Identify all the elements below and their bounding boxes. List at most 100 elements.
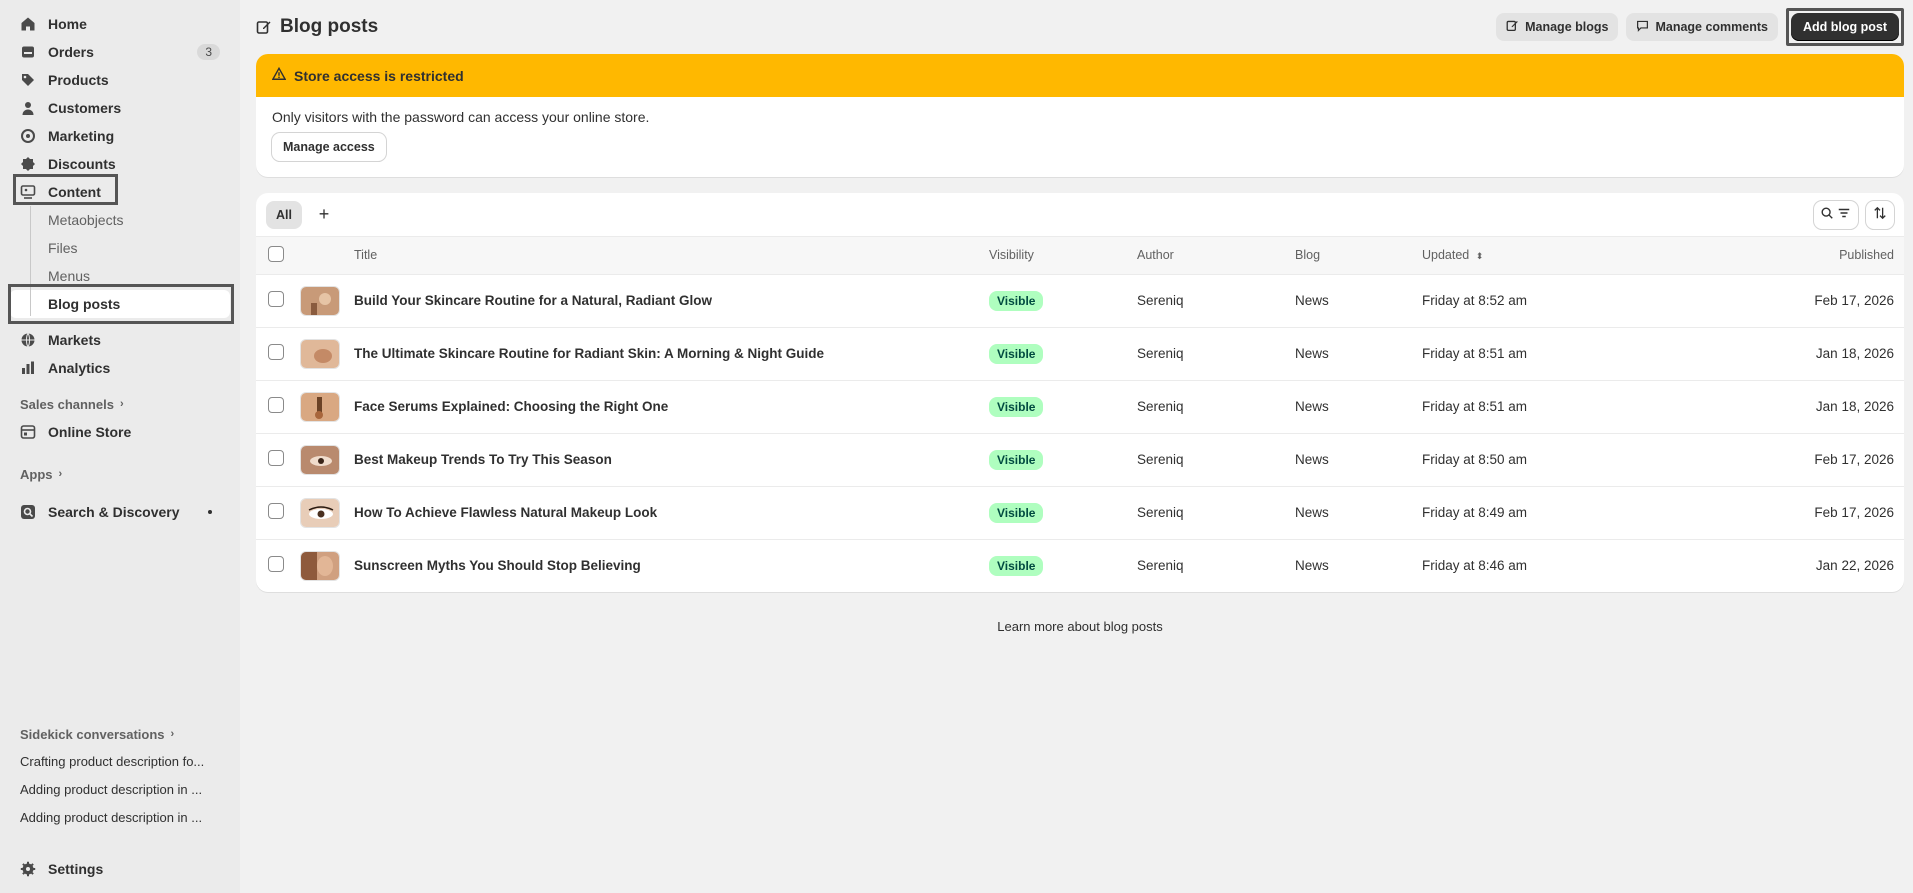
post-author: Sereniq — [1137, 486, 1295, 540]
column-author[interactable]: Author — [1137, 237, 1295, 275]
post-thumbnail — [300, 285, 340, 316]
search-filter-button[interactable] — [1814, 200, 1858, 229]
table-row[interactable]: Best Makeup Trends To Try This Season Vi… — [256, 433, 1904, 487]
post-title[interactable]: Sunscreen Myths You Should Stop Believin… — [354, 539, 989, 592]
sidebar-item-home[interactable]: Home — [10, 10, 230, 38]
post-title[interactable]: Best Makeup Trends To Try This Season — [354, 433, 989, 487]
row-checkbox[interactable] — [268, 344, 284, 360]
learn-more-link[interactable]: Learn more about blog posts — [256, 619, 1904, 634]
sidebar-item-settings[interactable]: Settings — [10, 855, 230, 883]
post-title[interactable]: The Ultimate Skincare Routine for Radian… — [354, 327, 989, 381]
manage-blogs-label: Manage blogs — [1525, 20, 1609, 34]
post-title[interactable]: Face Serums Explained: Choosing the Righ… — [354, 380, 989, 434]
sidebar-subitem-files[interactable]: Files — [10, 234, 230, 262]
tab-all[interactable]: All — [266, 200, 302, 229]
post-thumbnail — [300, 444, 340, 475]
sidebar-item-analytics[interactable]: Analytics — [10, 354, 230, 382]
row-checkbox[interactable] — [268, 503, 284, 519]
post-published: Jan 18, 2026 — [1682, 327, 1904, 381]
thumb-header — [300, 237, 354, 275]
sidebar-subitem-menus[interactable]: Menus — [10, 262, 230, 290]
sales-channels-header[interactable]: Sales channels › — [10, 390, 230, 418]
row-checkbox[interactable] — [268, 397, 284, 413]
post-updated: Friday at 8:49 am — [1422, 486, 1683, 540]
conversation-item[interactable]: Adding product description in ... — [10, 804, 230, 832]
table-row[interactable]: Sunscreen Myths You Should Stop Believin… — [256, 539, 1904, 592]
post-author: Sereniq — [1137, 558, 1184, 574]
column-blog[interactable]: Blog — [1295, 237, 1422, 275]
table-row[interactable]: The Ultimate Skincare Routine for Radian… — [256, 327, 1904, 381]
apps-label: Apps — [20, 466, 53, 482]
sidebar-item-marketing[interactable]: Marketing — [10, 122, 230, 150]
sidebar-item-discounts[interactable]: Discounts — [10, 150, 230, 178]
row-checkbox[interactable] — [268, 450, 284, 466]
row-checkbox[interactable] — [268, 291, 284, 307]
unread-dot-icon — [208, 510, 212, 514]
sidebar-item-content[interactable]: Content — [10, 178, 230, 206]
sidebar: Home Orders 3 Products Customers Marketi… — [0, 0, 240, 893]
table-row[interactable]: How To Achieve Flawless Natural Makeup L… — [256, 486, 1904, 540]
column-visibility[interactable]: Visibility — [989, 237, 1137, 275]
sidebar-item-orders[interactable]: Orders 3 — [10, 38, 230, 66]
discount-icon — [20, 156, 36, 172]
column-updated[interactable]: Updated ⬍ — [1422, 237, 1683, 275]
store-restricted-banner: Store access is restricted Only visitors… — [256, 54, 1904, 177]
search-icon — [1820, 206, 1834, 223]
sidebar-item-label: Online Store — [48, 424, 132, 440]
chevron-right-icon: › — [170, 728, 175, 740]
sidebar-item-label: Discounts — [48, 156, 116, 172]
sidebar-item-search-discovery[interactable]: Search & Discovery — [10, 498, 230, 526]
blog-posts-card: All + Title Visibility Author Blog Updat… — [256, 193, 1904, 592]
table-row[interactable]: Face Serums Explained: Choosing the Righ… — [256, 380, 1904, 434]
sidebar-item-label: Products — [48, 72, 109, 88]
sidekick-section: Sidekick conversations › Crafting produc… — [10, 720, 230, 832]
sidebar-item-products[interactable]: Products — [10, 66, 230, 94]
column-updated-label: Updated — [1422, 248, 1470, 263]
post-title[interactable]: Build Your Skincare Routine for a Natura… — [354, 274, 989, 328]
select-all-checkbox[interactable] — [268, 245, 284, 262]
tree-line — [30, 206, 40, 316]
visibility-badge: Visible — [989, 555, 1044, 576]
sidebar-subitem-metaobjects[interactable]: Metaobjects — [10, 206, 230, 234]
visibility-badge: Visible — [989, 290, 1044, 311]
conversation-item[interactable]: Crafting product description fo... — [10, 748, 230, 776]
manage-access-button[interactable]: Manage access — [272, 133, 386, 161]
sort-button[interactable] — [1866, 200, 1894, 229]
sidebar-item-label: Markets — [48, 332, 101, 348]
column-published[interactable]: Published — [1682, 237, 1904, 275]
sidebar-subitem-blog-posts[interactable]: Blog posts — [10, 290, 230, 318]
gear-icon — [20, 861, 36, 877]
post-published: Feb 17, 2026 — [1682, 433, 1904, 487]
visibility-badge: Visible — [989, 502, 1044, 523]
home-icon — [20, 16, 36, 32]
post-author: Sereniq — [1137, 327, 1295, 381]
sidebar-item-label: Customers — [48, 100, 122, 116]
table-row[interactable]: Build Your Skincare Routine for a Natura… — [256, 274, 1904, 328]
sidebar-item-customers[interactable]: Customers — [10, 94, 230, 122]
manage-blogs-button[interactable]: Manage blogs — [1496, 13, 1619, 41]
add-view-icon[interactable]: + — [310, 201, 338, 229]
row-checkbox[interactable] — [268, 556, 284, 573]
sidekick-header[interactable]: Sidekick conversations › — [10, 720, 230, 748]
post-author: Sereniq — [1137, 274, 1295, 328]
visibility-badge: Visible — [989, 449, 1044, 470]
sidebar-item-label: Settings — [48, 861, 104, 877]
sidebar-item-online-store[interactable]: Online Store — [10, 418, 230, 446]
post-thumbnail — [300, 497, 340, 528]
apps-header[interactable]: Apps › — [10, 460, 230, 488]
sidebar-item-markets[interactable]: Markets — [10, 326, 230, 354]
post-blog: News — [1295, 274, 1422, 328]
post-updated: Friday at 8:50 am — [1422, 433, 1683, 487]
sidebar-item-label: Marketing — [48, 128, 115, 144]
toolbar-right — [1814, 200, 1894, 229]
column-title[interactable]: Title — [354, 237, 989, 275]
store-icon — [20, 424, 36, 440]
chart-icon — [20, 360, 36, 376]
add-blog-post-highlight: Add blog post — [1785, 8, 1904, 46]
manage-comments-button[interactable]: Manage comments — [1626, 13, 1778, 41]
add-blog-post-button[interactable]: Add blog post — [1790, 13, 1899, 41]
conversation-item[interactable]: Adding product description in ... — [10, 776, 230, 804]
post-updated: Friday at 8:52 am — [1422, 274, 1683, 328]
post-blog: News — [1295, 433, 1422, 487]
post-title[interactable]: How To Achieve Flawless Natural Makeup L… — [354, 486, 989, 540]
